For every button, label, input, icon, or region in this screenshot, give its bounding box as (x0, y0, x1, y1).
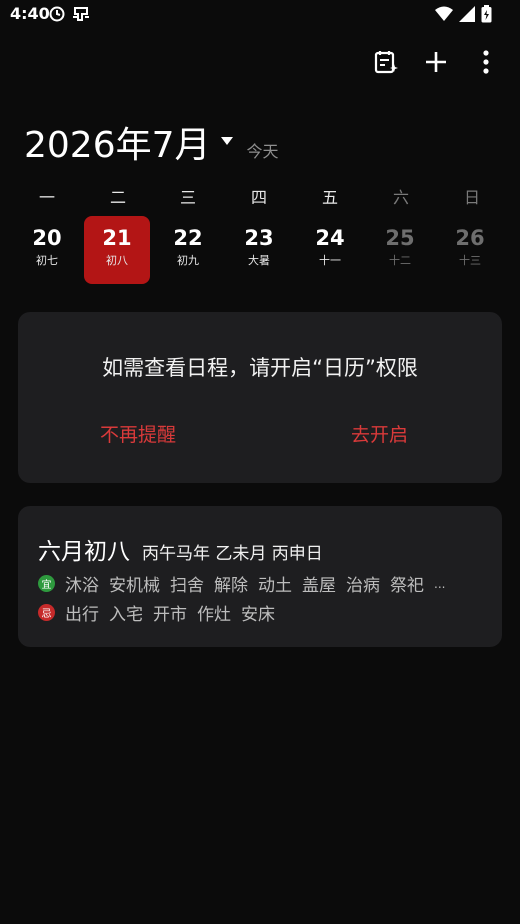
good-item: 盖屋 (302, 576, 336, 596)
week-dates: 20 初七 21 初八 22 初九 23 大暑 24 十一 25 十二 26 十… (0, 216, 520, 288)
lunar-date: 六月初八 (38, 539, 130, 565)
more-icon[interactable] (472, 48, 500, 76)
day-lunar: 十一 (319, 254, 341, 267)
almanac-card[interactable]: 六月初八 丙午马年 乙未月 丙申日 宜 沐浴 安机械 扫舍 解除 动土 盖屋 治… (18, 506, 502, 647)
bad-item: 入宅 (109, 605, 143, 625)
day-cell[interactable]: 25 十二 (367, 216, 433, 284)
bad-item: 作灶 (197, 605, 231, 625)
bad-item: 开市 (153, 605, 187, 625)
bad-item: 出行 (65, 605, 99, 625)
day-number: 22 (173, 226, 203, 250)
good-item: 安机械 (109, 576, 160, 596)
permission-message: 如需查看日程，请开启“日历”权限 (102, 356, 418, 380)
weekday-label: 六 (392, 188, 409, 207)
day-cell[interactable]: 26 十三 (437, 216, 503, 284)
weekday-label: 一 (38, 188, 55, 207)
status-left-icons (48, 5, 90, 27)
bad-item: 安床 (241, 605, 275, 625)
day-lunar: 十二 (389, 254, 411, 267)
day-lunar: 十三 (459, 254, 481, 267)
today-button[interactable]: 今天 (247, 138, 279, 162)
status-bar: 4:40 (0, 0, 520, 30)
day-cell[interactable]: 24 十一 (297, 216, 363, 284)
weekday-label: 三 (179, 188, 196, 207)
battery-icon (481, 5, 492, 27)
almanac-good-row: 宜 沐浴 安机械 扫舍 解除 动土 盖屋 治病 祭祀 ... (38, 571, 455, 596)
day-cell[interactable]: 23 大暑 (226, 216, 292, 284)
status-right-icons (435, 5, 492, 27)
signal-icon (459, 6, 475, 26)
good-item: 祭祀 (390, 576, 424, 596)
bug-icon (72, 5, 90, 27)
day-lunar: 大暑 (248, 254, 270, 267)
dismiss-reminder-button[interactable]: 不再提醒 (100, 420, 176, 447)
almanac-header: 六月初八 丙午马年 乙未月 丙申日 (38, 532, 323, 566)
toolbar (372, 48, 500, 76)
calendar-edit-icon[interactable] (372, 48, 400, 76)
weekday-label: 四 (250, 188, 267, 207)
almanac-bad-row: 忌 出行 入宅 开市 作灶 安床 (38, 600, 285, 625)
month-header: 2026年7月 今天 (24, 116, 279, 168)
sync-icon (48, 5, 66, 27)
good-item-ellipsis: ... (434, 576, 446, 591)
day-cell-selected[interactable]: 21 初八 (84, 216, 150, 284)
month-title[interactable]: 2026年7月 (24, 116, 211, 168)
day-number: 26 (455, 226, 485, 250)
day-lunar: 初九 (177, 254, 199, 267)
good-item: 扫舍 (170, 576, 204, 596)
weekday-label: 二 (109, 188, 126, 207)
day-lunar: 初七 (36, 254, 58, 267)
day-cell[interactable]: 20 初七 (14, 216, 80, 284)
enable-permission-button[interactable]: 去开启 (351, 420, 408, 447)
permission-card: 如需查看日程，请开启“日历”权限 不再提醒 去开启 (18, 312, 502, 483)
caret-down-icon[interactable] (220, 130, 233, 149)
good-badge-icon: 宜 (38, 575, 55, 592)
weekday-label: 五 (321, 188, 338, 207)
day-lunar: 初八 (106, 254, 128, 267)
good-item: 解除 (214, 576, 248, 596)
ganzhi-text: 丙午马年 乙未月 丙申日 (142, 544, 323, 564)
status-time: 4:40 (10, 4, 50, 23)
good-item: 动土 (258, 576, 292, 596)
weekday-row: 一 二 三 四 五 六 日 (0, 184, 520, 207)
add-icon[interactable] (422, 48, 450, 76)
wifi-icon (435, 6, 453, 26)
good-item: 治病 (346, 576, 380, 596)
good-item: 沐浴 (65, 576, 99, 596)
bad-badge-icon: 忌 (38, 604, 55, 621)
day-cell[interactable]: 22 初九 (155, 216, 221, 284)
weekday-label: 日 (463, 188, 480, 207)
day-number: 21 (102, 226, 132, 250)
day-number: 23 (244, 226, 274, 250)
day-number: 24 (315, 226, 345, 250)
day-number: 20 (32, 226, 62, 250)
day-number: 25 (385, 226, 415, 250)
